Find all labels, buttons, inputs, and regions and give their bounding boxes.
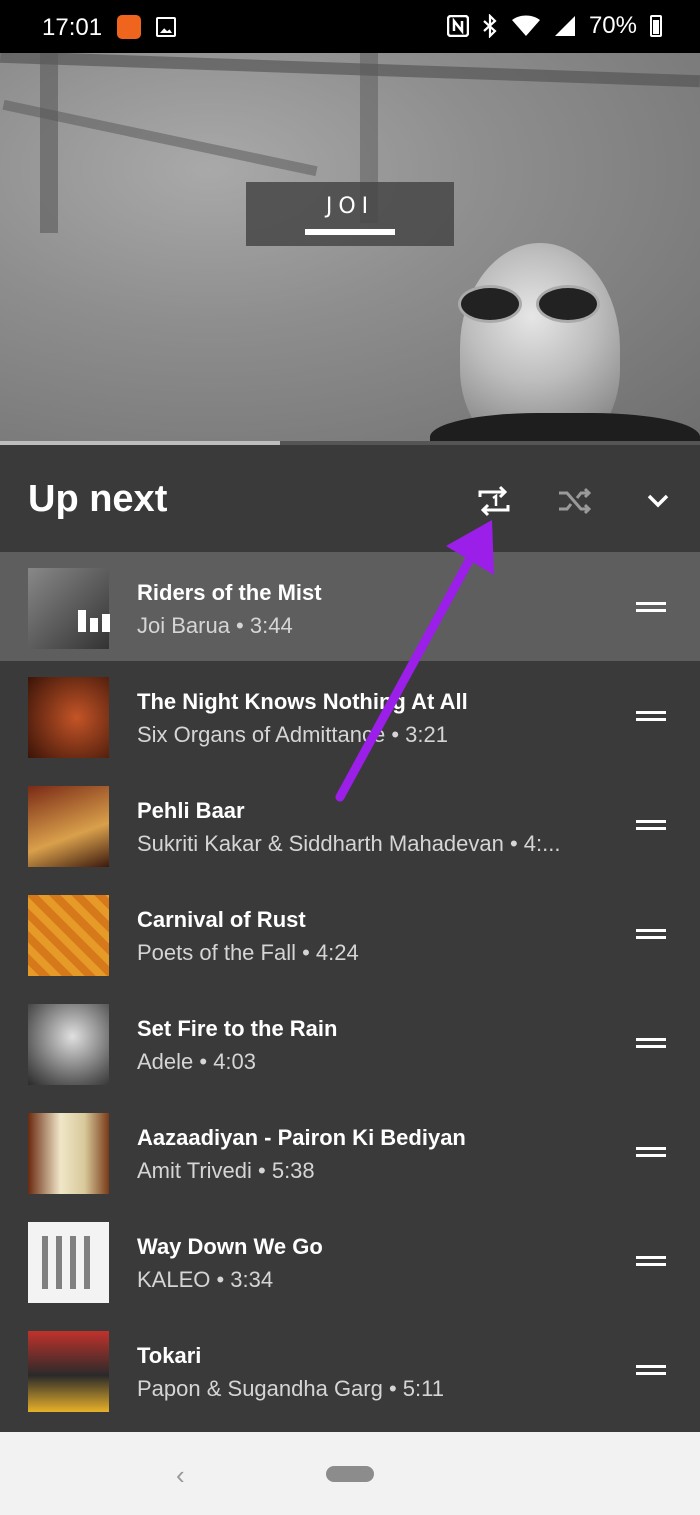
drag-handle-icon[interactable] <box>636 1147 666 1157</box>
album-thumbnail <box>28 895 109 976</box>
drag-handle-icon[interactable] <box>636 1365 666 1375</box>
battery-percent: 70% <box>588 12 637 39</box>
song-title: Tokari <box>137 1343 202 1368</box>
chevron-down-icon[interactable] <box>638 481 678 521</box>
song-subtitle: Amit Trivedi • 5:38 <box>137 1158 315 1183</box>
system-nav-bar: ‹ <box>0 1432 700 1515</box>
album-thumbnail <box>28 1004 109 1085</box>
song-subtitle: Papon & Sugandha Garg • 5:11 <box>137 1376 444 1401</box>
queue-item[interactable]: Way Down We Go KALEO • 3:34 <box>0 1206 700 1315</box>
repeat-one-icon[interactable] <box>474 481 514 521</box>
drag-handle-icon[interactable] <box>636 820 666 830</box>
wifi-icon <box>511 15 540 36</box>
battery-icon <box>650 15 662 37</box>
song-subtitle: Sukriti Kakar & Siddharth Mahadevan • 4:… <box>137 831 561 856</box>
queue-item[interactable]: Carnival of Rust Poets of the Fall • 4:2… <box>0 879 700 988</box>
album-thumbnail <box>28 568 110 649</box>
song-title: Carnival of Rust <box>137 907 306 932</box>
song-title: Aazaadiyan - Pairon Ki Bediyan <box>137 1125 466 1150</box>
song-title: Set Fire to the Rain <box>137 1016 338 1041</box>
album-thumbnail <box>28 1331 109 1412</box>
queue-item[interactable]: Aazaadiyan - Pairon Ki Bediyan Amit Triv… <box>0 1097 700 1206</box>
image-icon <box>156 17 176 37</box>
song-title: Way Down We Go <box>137 1234 323 1259</box>
song-subtitle: Joi Barua • 3:44 <box>137 613 293 638</box>
shuffle-icon[interactable] <box>555 481 595 521</box>
queue-item[interactable]: Tokari Papon & Sugandha Garg • 5:11 <box>0 1315 700 1424</box>
queue-item[interactable]: Riders of the Mist Joi Barua • 3:44 <box>0 552 700 661</box>
album-title: JOI <box>325 194 375 219</box>
nfc-icon <box>446 15 469 37</box>
queue-header: Up next <box>0 445 700 552</box>
queue-title: Up next <box>28 478 168 520</box>
song-subtitle: Six Organs of Admittance • 3:21 <box>137 722 448 747</box>
drag-handle-icon[interactable] <box>636 711 666 721</box>
status-time: 17:01 <box>42 14 103 41</box>
drag-handle-icon[interactable] <box>636 929 666 939</box>
queue-list: Riders of the Mist Joi Barua • 3:44 The … <box>0 552 700 1424</box>
song-subtitle: Poets of the Fall • 4:24 <box>137 940 359 965</box>
drag-handle-icon[interactable] <box>636 1038 666 1048</box>
app-notification-icon <box>117 15 141 39</box>
queue-item[interactable]: The Night Knows Nothing At All Six Organ… <box>0 661 700 770</box>
album-thumbnail <box>28 677 109 758</box>
artist-portrait <box>460 243 620 441</box>
album-thumbnail <box>28 1222 109 1303</box>
drag-handle-icon[interactable] <box>636 602 666 612</box>
song-title: Pehli Baar <box>137 798 245 823</box>
back-button[interactable]: ‹ <box>176 1460 185 1491</box>
signal-icon <box>554 16 575 36</box>
drag-handle-icon[interactable] <box>636 1256 666 1266</box>
album-title-box: JOI <box>246 182 454 246</box>
song-subtitle: KALEO • 3:34 <box>137 1267 274 1292</box>
queue-item[interactable]: Pehli Baar Sukriti Kakar & Siddharth Mah… <box>0 770 700 879</box>
song-title: The Night Knows Nothing At All <box>137 689 468 714</box>
song-title: Riders of the Mist <box>137 580 322 605</box>
status-icons: 70% <box>446 12 662 40</box>
song-subtitle: Adele • 4:03 <box>137 1049 257 1074</box>
now-playing-equalizer-icon <box>78 604 118 632</box>
queue-item[interactable]: Set Fire to the Rain Adele • 4:03 <box>0 988 700 1097</box>
bluetooth-icon <box>483 14 497 38</box>
status-bar: 17:01 70% <box>0 0 700 53</box>
home-pill-button[interactable] <box>326 1466 374 1482</box>
album-thumbnail <box>28 1113 109 1194</box>
album-thumbnail <box>28 786 109 867</box>
album-art[interactable]: JOI <box>0 53 700 441</box>
